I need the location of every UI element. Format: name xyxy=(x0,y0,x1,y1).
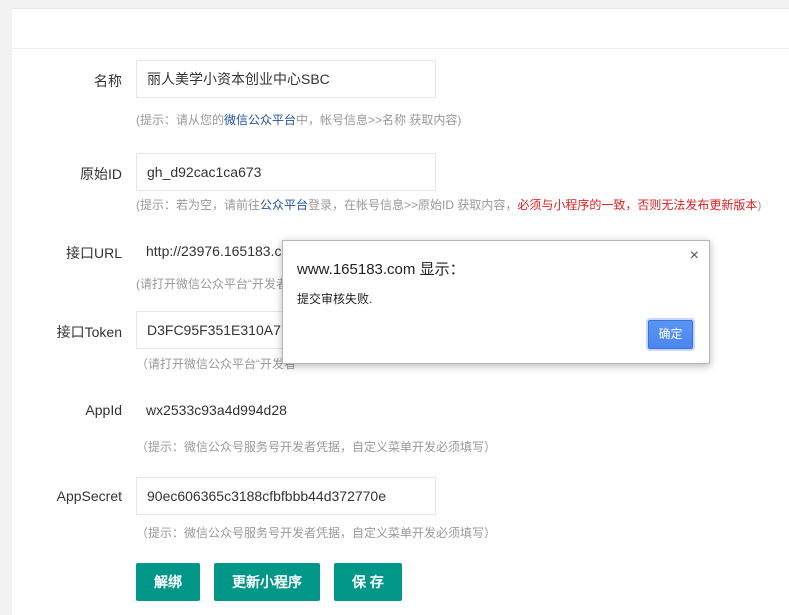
api-token-label: 接口Token xyxy=(56,324,122,340)
update-miniprogram-button[interactable]: 更新小程序 xyxy=(214,563,320,601)
name-label: 名称 xyxy=(94,73,122,89)
unbind-button[interactable]: 解绑 xyxy=(136,563,200,601)
api-url-label: 接口URL xyxy=(65,245,122,261)
original-id-hint-mid: 登录，在帐号信息>>原始ID 获取内容， xyxy=(308,198,518,212)
save-button[interactable]: 保 存 xyxy=(334,563,402,601)
appsecret-input[interactable]: 90ec606365c3188cfbfbbb44d372770e xyxy=(136,477,436,515)
api-url-value: http://23976.165183.c xyxy=(146,243,282,259)
close-icon[interactable]: × xyxy=(690,247,699,265)
dialog-title: www.165183.com 显示： xyxy=(297,261,465,278)
name-hint-post: 中，帐号信息>>名称 获取内容) xyxy=(296,113,462,127)
original-id-hint-warning: 必须与小程序的一致，否则无法发布更新版本 xyxy=(517,198,758,212)
api-url-hint: (请打开微信公众平台“开发者 xyxy=(136,277,288,291)
api-token-hint: （请打开微信公众平台“开发者 xyxy=(136,357,296,371)
alert-dialog: www.165183.com 显示： × 提交审核失败. 确定 xyxy=(282,240,710,364)
original-id-input[interactable]: gh_d92cac1ca673 xyxy=(136,153,436,191)
dialog-message: 提交审核失败. xyxy=(297,292,373,306)
appid-label: AppId xyxy=(85,402,122,418)
name-input[interactable]: 丽人美学小资本创业中心SBC xyxy=(136,60,436,98)
panel-header xyxy=(12,9,789,49)
original-id-label: 原始ID xyxy=(80,166,122,182)
appid-value: wx2533c93a4d994d28 xyxy=(146,402,287,418)
original-id-hint-post: ) xyxy=(757,198,762,212)
appid-hint: （提示：微信公众号服务号开发者凭据，自定义菜单开发必须填写） xyxy=(136,440,497,454)
wechat-platform-link[interactable]: 微信公众平台 xyxy=(224,113,296,127)
original-id-hint: (提示：若为空，请前往公众平台登录，在帐号信息>>原始ID 获取内容，必须与小程… xyxy=(136,196,761,213)
appsecret-hint: （提示：微信公众号服务号开发者凭据，自定义菜单开发必须填写） xyxy=(136,526,497,540)
public-platform-link[interactable]: 公众平台 xyxy=(260,198,308,212)
original-id-hint-pre: (提示：若为空，请前往 xyxy=(136,198,260,212)
name-hint: (提示：请从您的微信公众平台中，帐号信息>>名称 获取内容) xyxy=(136,111,461,128)
name-hint-pre: (提示：请从您的 xyxy=(136,113,224,127)
appsecret-label: AppSecret xyxy=(56,488,122,504)
ok-button[interactable]: 确定 xyxy=(648,320,693,349)
